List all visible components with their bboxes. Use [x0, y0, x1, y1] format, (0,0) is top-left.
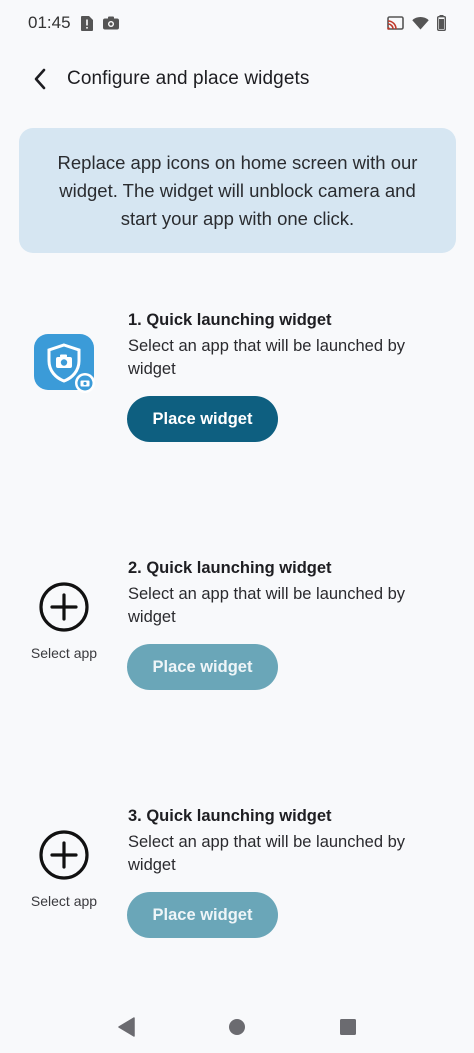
place-widget-button[interactable]: Place widget: [127, 644, 278, 690]
info-card: Replace app icons on home screen with ou…: [19, 128, 456, 253]
widget-title: 1. Quick launching widget: [128, 311, 332, 329]
page-title: Configure and place widgets: [67, 68, 310, 89]
widget-section-1: 1. Quick launching widget Select an app …: [0, 311, 474, 461]
battery-icon: [437, 15, 446, 31]
chevron-left-icon: [34, 68, 46, 90]
status-bar: 01:45: [0, 0, 474, 46]
recents-square-icon: [340, 1018, 357, 1035]
nav-back-button[interactable]: [106, 1007, 146, 1047]
system-nav-bar: [0, 1000, 474, 1053]
widget-description: Select an app that will be launched by w…: [128, 585, 406, 626]
widget-description: Select an app that will be launched by w…: [128, 833, 406, 874]
widget-section-2: Select app 2. Quick launching widget Sel…: [0, 559, 474, 709]
nav-home-button[interactable]: [217, 1007, 257, 1047]
camera-shield-app-icon[interactable]: [34, 332, 96, 394]
wifi-icon: [412, 16, 429, 30]
widget-section-3: Select app 3. Quick launching widget Sel…: [0, 807, 474, 957]
app-bar: Configure and place widgets: [0, 56, 474, 102]
widget-description: Select an app that will be launched by w…: [128, 337, 406, 378]
widget-title: 3. Quick launching widget: [128, 807, 332, 825]
status-time: 01:45: [28, 13, 71, 32]
nav-recents-button[interactable]: [328, 1007, 368, 1047]
info-card-text: Replace app icons on home screen with ou…: [57, 151, 418, 229]
select-app-label[interactable]: Select app: [18, 893, 110, 909]
home-circle-icon: [228, 1018, 245, 1035]
back-button[interactable]: [20, 59, 60, 99]
add-circle-icon[interactable]: [38, 829, 90, 881]
widget-title: 2. Quick launching widget: [128, 559, 332, 577]
back-triangle-icon: [117, 1016, 135, 1037]
place-widget-button[interactable]: Place widget: [127, 396, 278, 442]
sim-alert-icon: [80, 15, 93, 31]
camera-icon: [102, 16, 119, 30]
cast-icon: [387, 16, 404, 30]
select-app-label[interactable]: Select app: [18, 645, 110, 661]
add-circle-icon[interactable]: [38, 581, 90, 633]
place-widget-button[interactable]: Place widget: [127, 892, 278, 938]
